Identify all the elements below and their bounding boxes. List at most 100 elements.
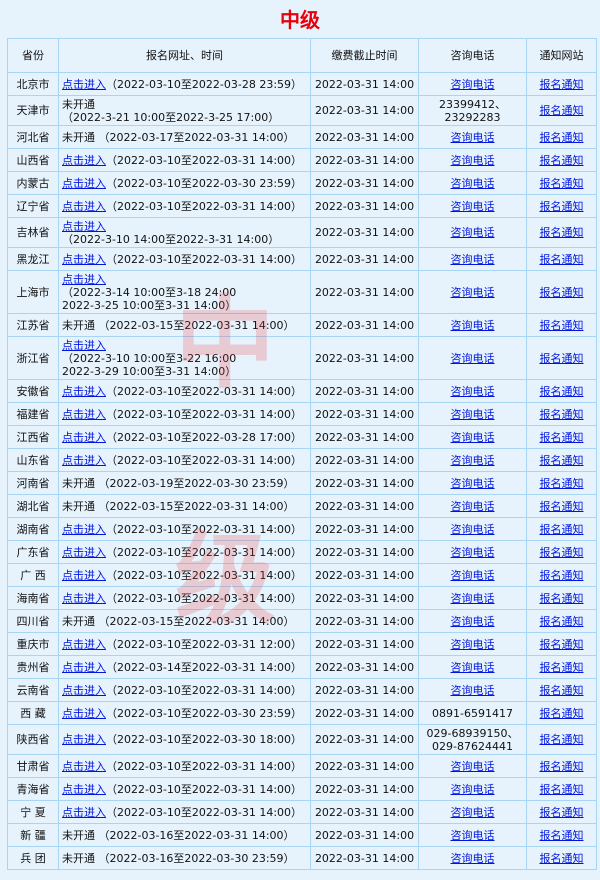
phone-link[interactable]: 咨询电话 <box>451 253 495 266</box>
enter-link[interactable]: 点击进入 <box>62 177 106 190</box>
enter-link[interactable]: 点击进入 <box>62 408 106 421</box>
phone-link[interactable]: 咨询电话 <box>451 638 495 651</box>
notice-link[interactable]: 报名通知 <box>540 431 584 444</box>
notice-link[interactable]: 报名通知 <box>540 684 584 697</box>
enter-link[interactable]: 点击进入 <box>62 253 106 266</box>
payment-deadline-cell: 2022-03-31 14:00 <box>310 402 419 426</box>
enter-link[interactable]: 点击进入 <box>62 339 106 352</box>
notice-link[interactable]: 报名通知 <box>540 454 584 467</box>
enter-link[interactable]: 点击进入 <box>62 806 106 819</box>
phone-cell: 咨询电话 <box>418 125 527 149</box>
table-row: 安徽省 点击进入（2022-03-10至2022-03-31 14:00） 2022… <box>7 379 597 403</box>
notice-link[interactable]: 报名通知 <box>540 661 584 674</box>
enter-link[interactable]: 点击进入 <box>62 707 106 720</box>
notice-link[interactable]: 报名通知 <box>540 569 584 582</box>
notice-link[interactable]: 报名通知 <box>540 477 584 490</box>
notice-link[interactable]: 报名通知 <box>540 806 584 819</box>
phone-link[interactable]: 咨询电话 <box>451 852 495 865</box>
phone-link[interactable]: 咨询电话 <box>451 783 495 796</box>
notice-link[interactable]: 报名通知 <box>540 385 584 398</box>
phone-link[interactable]: 咨询电话 <box>451 684 495 697</box>
notice-link[interactable]: 报名通知 <box>540 177 584 190</box>
registration-period: （2022-03-10至2022-03-31 14:00） <box>106 453 303 467</box>
phone-link[interactable]: 咨询电话 <box>451 385 495 398</box>
payment-deadline-cell: 2022-03-31 14:00 <box>310 247 419 271</box>
enter-link[interactable]: 点击进入 <box>62 220 106 233</box>
registration-period: （2022-03-10至2022-03-31 14:00） <box>106 805 303 819</box>
enter-link[interactable]: 点击进入 <box>62 454 106 467</box>
phone-link[interactable]: 咨询电话 <box>451 352 495 365</box>
enter-link[interactable]: 点击进入 <box>62 638 106 651</box>
phone-link[interactable]: 咨询电话 <box>451 154 495 167</box>
notice-link[interactable]: 报名通知 <box>540 78 584 91</box>
notice-link[interactable]: 报名通知 <box>540 615 584 628</box>
phone-link[interactable]: 咨询电话 <box>451 226 495 239</box>
notice-link[interactable]: 报名通知 <box>540 829 584 842</box>
enter-link[interactable]: 点击进入 <box>62 760 106 773</box>
enter-link[interactable]: 点击进入 <box>62 385 106 398</box>
notice-link[interactable]: 报名通知 <box>540 104 584 117</box>
phone-link[interactable]: 咨询电话 <box>451 131 495 144</box>
enter-link[interactable]: 点击进入 <box>62 431 106 444</box>
phone-link[interactable]: 咨询电话 <box>451 806 495 819</box>
enter-link[interactable]: 点击进入 <box>62 200 106 213</box>
phone-link[interactable]: 咨询电话 <box>451 592 495 605</box>
phone-link[interactable]: 咨询电话 <box>451 78 495 91</box>
registration-line: 点击进入（2022-03-10至2022-03-31 14:00） <box>62 569 307 582</box>
table-row: 江苏省 未开通 （2022-03-15至2022-03-31 14:00） 2022… <box>7 313 597 337</box>
enter-link[interactable]: 点击进入 <box>62 523 106 536</box>
phone-link[interactable]: 咨询电话 <box>451 454 495 467</box>
phone-link[interactable]: 咨询电话 <box>451 546 495 559</box>
notice-cell: 报名通知 <box>526 194 597 218</box>
phone-link[interactable]: 咨询电话 <box>451 200 495 213</box>
enter-link[interactable]: 点击进入 <box>62 733 106 746</box>
enter-link[interactable]: 点击进入 <box>62 78 106 91</box>
notice-link[interactable]: 报名通知 <box>540 253 584 266</box>
enter-link[interactable]: 点击进入 <box>62 569 106 582</box>
phone-link[interactable]: 咨询电话 <box>451 477 495 490</box>
notice-link[interactable]: 报名通知 <box>540 408 584 421</box>
phone-link[interactable]: 咨询电话 <box>451 523 495 536</box>
notice-link[interactable]: 报名通知 <box>540 523 584 536</box>
enter-link[interactable]: 点击进入 <box>62 546 106 559</box>
enter-link[interactable]: 点击进入 <box>62 273 106 286</box>
notice-link[interactable]: 报名通知 <box>540 852 584 865</box>
notice-link[interactable]: 报名通知 <box>540 286 584 299</box>
enter-link[interactable]: 点击进入 <box>62 661 106 674</box>
notice-link[interactable]: 报名通知 <box>540 352 584 365</box>
phone-link[interactable]: 咨询电话 <box>451 431 495 444</box>
notice-link[interactable]: 报名通知 <box>540 592 584 605</box>
phone-link[interactable]: 咨询电话 <box>451 829 495 842</box>
phone-link[interactable]: 咨询电话 <box>451 569 495 582</box>
phone-link[interactable]: 咨询电话 <box>451 286 495 299</box>
phone-link[interactable]: 咨询电话 <box>451 408 495 421</box>
notice-link[interactable]: 报名通知 <box>540 707 584 720</box>
notice-link[interactable]: 报名通知 <box>540 500 584 513</box>
phone-cell: 咨询电话 <box>418 823 527 847</box>
payment-deadline-cell: 2022-03-31 14:00 <box>310 148 419 172</box>
notice-link[interactable]: 报名通知 <box>540 546 584 559</box>
phone-link[interactable]: 咨询电话 <box>451 760 495 773</box>
notice-link[interactable]: 报名通知 <box>540 638 584 651</box>
notice-link[interactable]: 报名通知 <box>540 319 584 332</box>
registration-cell: 点击进入（2022-03-10至2022-03-30 23:59） <box>58 171 311 195</box>
notice-link[interactable]: 报名通知 <box>540 760 584 773</box>
notice-link[interactable]: 报名通知 <box>540 783 584 796</box>
registration-cell: 点击进入（2022-03-10至2022-03-31 14:00） <box>58 563 311 587</box>
phone-link[interactable]: 咨询电话 <box>451 177 495 190</box>
phone-cell: 咨询电话 <box>418 609 527 633</box>
notice-cell: 报名通知 <box>526 632 597 656</box>
phone-link[interactable]: 咨询电话 <box>451 319 495 332</box>
phone-link[interactable]: 咨询电话 <box>451 661 495 674</box>
enter-link[interactable]: 点击进入 <box>62 684 106 697</box>
enter-link[interactable]: 点击进入 <box>62 154 106 167</box>
phone-link[interactable]: 咨询电话 <box>451 500 495 513</box>
enter-link[interactable]: 点击进入 <box>62 783 106 796</box>
phone-link[interactable]: 咨询电话 <box>451 615 495 628</box>
notice-link[interactable]: 报名通知 <box>540 200 584 213</box>
notice-link[interactable]: 报名通知 <box>540 131 584 144</box>
notice-link[interactable]: 报名通知 <box>540 154 584 167</box>
notice-link[interactable]: 报名通知 <box>540 733 584 746</box>
enter-link[interactable]: 点击进入 <box>62 592 106 605</box>
notice-link[interactable]: 报名通知 <box>540 226 584 239</box>
